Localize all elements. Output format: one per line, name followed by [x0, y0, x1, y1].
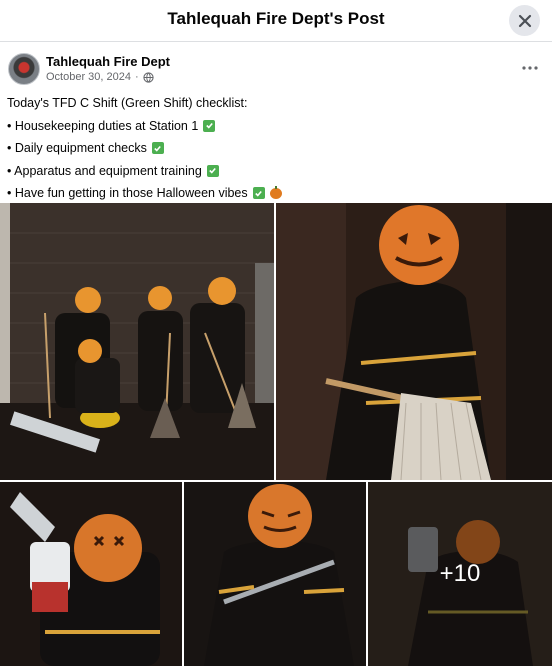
- dialog-header: Tahlequah Fire Dept's Post: [0, 0, 552, 42]
- checklist-item-text: • Have fun getting in those Halloween vi…: [7, 186, 248, 200]
- globe-icon: [143, 71, 154, 83]
- check-mark-icon: [203, 119, 216, 132]
- photo-5[interactable]: +10: [368, 482, 552, 666]
- meta-separator: ·: [135, 71, 139, 83]
- more-photos-count: +10: [439, 560, 481, 587]
- check-mark-icon: [151, 142, 164, 155]
- post-meta: October 30, 2024 ·: [46, 71, 154, 83]
- more-options-button[interactable]: [518, 58, 542, 78]
- check-mark-icon: [206, 164, 219, 177]
- more-options-icon: [522, 66, 538, 70]
- more-photos-overlay[interactable]: +10: [368, 482, 552, 666]
- photo-1[interactable]: [0, 203, 274, 480]
- avatar[interactable]: [8, 53, 40, 85]
- post-header: Tahlequah Fire Dept October 30, 2024 ·: [6, 52, 546, 88]
- photo-3[interactable]: [0, 482, 182, 666]
- photo-4[interactable]: [184, 482, 366, 666]
- checklist-item-text: • Housekeeping duties at Station 1: [7, 118, 199, 133]
- post-intro: Today's TFD C Shift (Green Shift) checkl…: [7, 92, 547, 115]
- checklist-item-text: • Daily equipment checks: [7, 141, 147, 155]
- check-mark-icon: [252, 187, 265, 200]
- checklist-item: • Daily equipment checks: [7, 137, 547, 160]
- post-intro-text: Today's TFD C Shift (Green Shift) checkl…: [7, 96, 248, 110]
- dialog-title: Tahlequah Fire Dept's Post: [167, 9, 385, 28]
- photo-2[interactable]: [276, 203, 552, 480]
- post-author[interactable]: Tahlequah Fire Dept: [46, 54, 170, 69]
- close-icon: [518, 14, 531, 27]
- checklist-item: • Housekeeping duties at Station 1: [7, 115, 547, 138]
- post-text: Today's TFD C Shift (Green Shift) checkl…: [7, 92, 547, 205]
- checklist-item: • Apparatus and equipment training: [7, 160, 547, 183]
- checklist-item-text: • Apparatus and equipment training: [7, 163, 202, 178]
- post-date[interactable]: October 30, 2024: [46, 71, 131, 83]
- pumpkin-icon: [269, 185, 282, 199]
- checklist-item: • Have fun getting in those Halloween vi…: [7, 182, 547, 205]
- close-button[interactable]: [509, 5, 540, 36]
